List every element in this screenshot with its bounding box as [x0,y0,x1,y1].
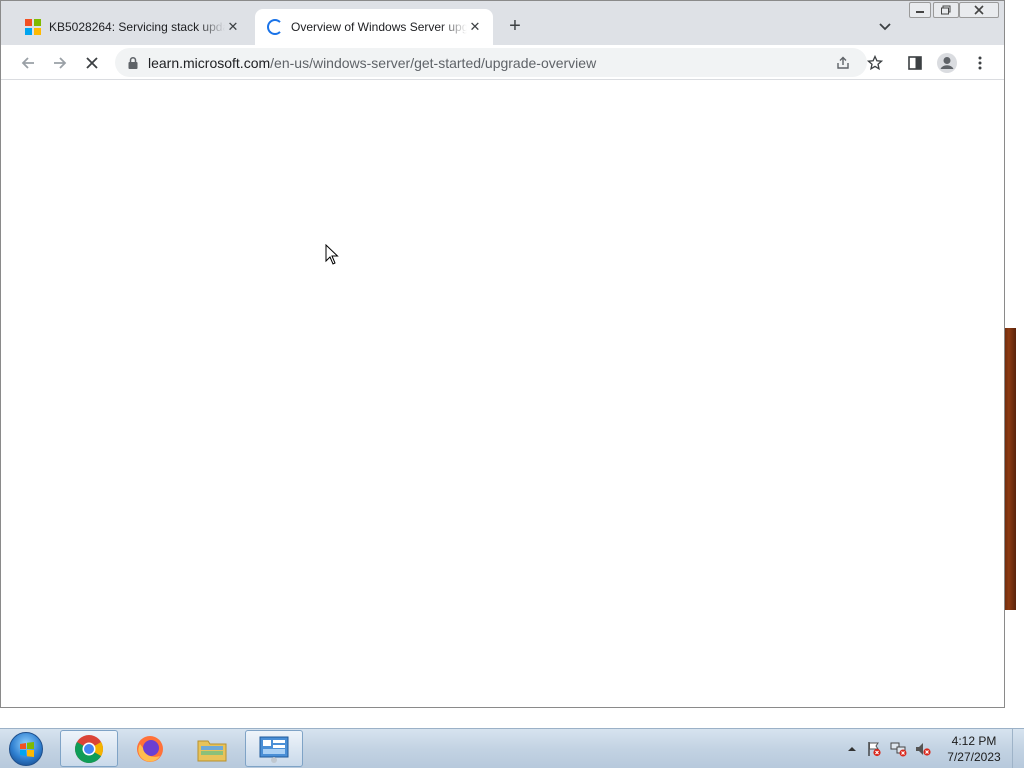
show-hidden-icons-button[interactable] [844,741,860,757]
url-text[interactable]: learn.microsoft.com/en-us/windows-server… [148,55,596,71]
caret-up-icon [848,747,856,751]
volume-tray[interactable] [914,741,931,757]
tab-title: Overview of Windows Server upgrades [291,20,467,34]
taskbar-control-panel[interactable] [245,730,303,767]
avatar-icon [937,53,957,73]
tab-close-button[interactable]: ✕ [225,19,241,35]
back-arrow-icon [21,57,34,69]
forward-button[interactable] [48,51,72,75]
chrome-window: KB5028264: Servicing stack update ✕ Over… [0,0,1005,708]
stop-icon [86,57,98,69]
star-icon [867,55,883,71]
tab-close-button[interactable]: ✕ [467,19,483,35]
kebab-menu-icon [978,56,982,70]
stop-loading-button[interactable] [80,51,104,75]
network-tray[interactable] [890,741,907,757]
share-icon [837,56,849,69]
restore-icon [941,5,951,15]
url-path: /en-us/windows-server/get-started/upgrad… [270,55,597,71]
share-button[interactable] [833,53,853,73]
chevron-down-icon [879,23,891,31]
action-center-tray[interactable] [866,741,882,757]
forward-arrow-icon [54,57,67,69]
close-window-button[interactable] [959,2,999,18]
close-icon [974,5,984,15]
new-tab-button[interactable]: + [504,16,526,38]
folder-icon [197,740,227,761]
volume-muted-icon [916,743,931,756]
tab-search-button[interactable] [876,17,894,35]
loading-spinner-icon [267,19,283,35]
menu-button[interactable] [968,51,992,75]
url-host: learn.microsoft.com [148,55,271,71]
microsoft-logo-icon [25,19,41,35]
tab-kb5028264[interactable]: KB5028264: Servicing stack update ✕ [13,9,251,45]
restore-button[interactable] [933,2,959,18]
clock-date: 7/27/2023 [947,750,1001,764]
address-bar[interactable]: learn.microsoft.com/en-us/windows-server… [115,48,883,77]
taskbar-clock[interactable]: 4:12 PM 7/27/2023 [940,733,1008,765]
side-panel-button[interactable] [903,51,927,75]
minimize-icon [916,11,924,13]
desktop-wallpaper-edge [1004,328,1016,610]
firefox-icon [137,735,163,762]
page-content-loading[interactable] [1,81,1004,707]
chrome-icon [75,734,103,763]
back-button[interactable] [16,51,40,75]
tab-strip: KB5028264: Servicing stack update ✕ Over… [1,1,1004,45]
taskbar-chrome[interactable] [60,730,118,767]
windows-taskbar: 4:12 PM 7/27/2023 [0,728,1024,768]
lock-icon[interactable] [127,56,139,70]
flag-warning-icon [868,742,881,757]
side-panel-icon [908,56,922,70]
taskbar-firefox[interactable] [121,730,179,767]
show-desktop-button[interactable] [1012,729,1024,768]
tab-title: KB5028264: Servicing stack update [49,20,225,34]
profile-button[interactable] [935,51,959,75]
bookmark-button[interactable] [865,53,885,73]
browser-toolbar: learn.microsoft.com/en-us/windows-server… [1,45,1004,80]
mouse-cursor-icon [325,244,339,265]
tab-windows-server-overview[interactable]: Overview of Windows Server upgrades ✕ [255,9,493,45]
taskbar-explorer[interactable] [183,730,241,767]
minimize-button[interactable] [909,2,931,18]
clock-time: 4:12 PM [951,734,997,748]
network-disconnected-icon [890,742,907,757]
windows-logo-icon [9,732,43,766]
control-panel-icon [259,736,289,763]
start-button[interactable] [6,730,46,768]
